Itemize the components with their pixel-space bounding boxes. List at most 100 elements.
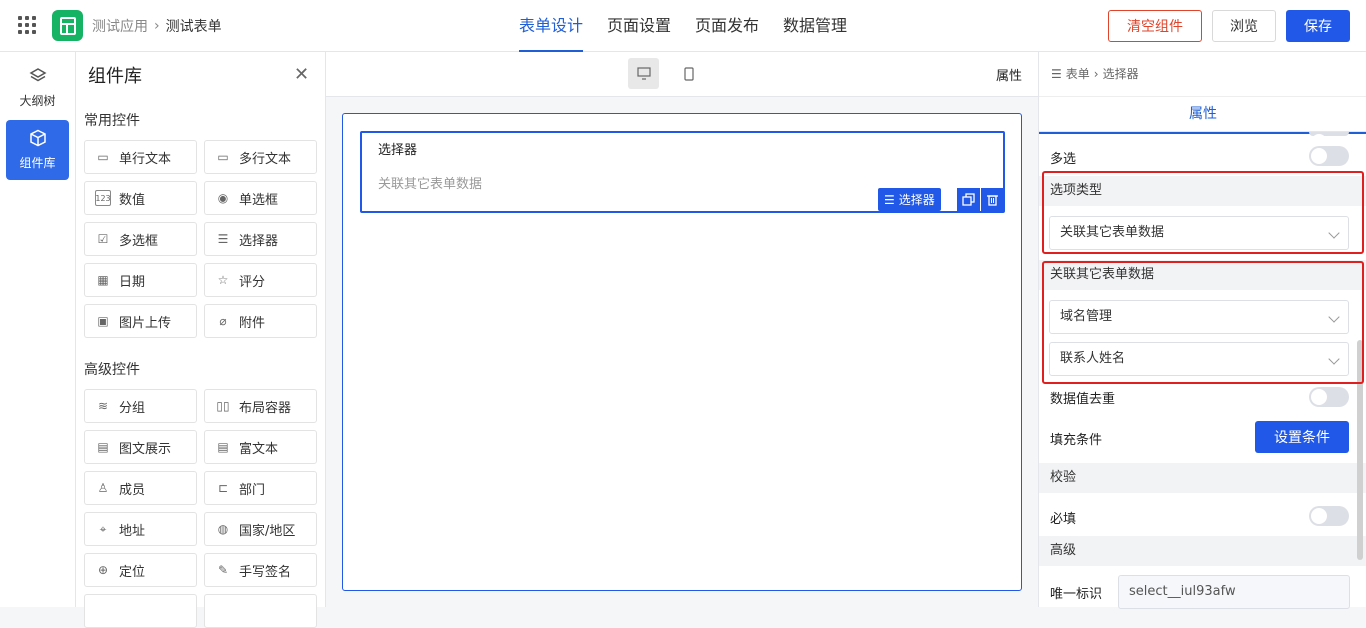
- comp-label: 图文展示: [119, 441, 172, 457]
- tab-page-settings[interactable]: 页面设置: [607, 0, 671, 52]
- tab-data-management[interactable]: 数据管理: [783, 0, 847, 52]
- comp-attachment[interactable]: ⌀ 附件: [204, 304, 317, 338]
- trash-icon[interactable]: [981, 188, 1004, 211]
- list-icon: ☰: [217, 232, 229, 246]
- form-canvas: 选择器 关联其它表单数据 ☰ 选择器: [342, 113, 1022, 591]
- desktop-view-icon[interactable]: [628, 58, 659, 89]
- layers-icon: [28, 67, 47, 88]
- comp-department[interactable]: ⊏ 部门: [204, 471, 317, 505]
- comp-label: 日期: [119, 274, 146, 290]
- comp-label: 富文本: [239, 441, 279, 457]
- textarea-icon: ▭: [217, 150, 229, 164]
- comp-label: 选择器: [239, 233, 279, 249]
- crumb-form: 测试表单: [165, 19, 222, 35]
- calendar-icon: ▦: [97, 273, 109, 287]
- text-input-icon: ▭: [97, 150, 109, 164]
- comp-location[interactable]: ⊕ 定位: [84, 553, 197, 587]
- tab-properties[interactable]: 属性: [1039, 97, 1366, 134]
- rich-text-icon: ▤: [217, 440, 229, 454]
- comp-rating[interactable]: ☆ 评分: [204, 263, 317, 297]
- comp-label: 单选框: [239, 192, 279, 208]
- radio-icon: ◉: [217, 191, 229, 205]
- comp-member[interactable]: ♙ 成员: [84, 471, 197, 505]
- comp-image-upload[interactable]: ▣ 图片上传: [84, 304, 197, 338]
- clear-components-button[interactable]: 清空组件: [1108, 10, 1202, 42]
- comp-checkbox[interactable]: ☑ 多选框: [84, 222, 197, 256]
- chevron-right-icon: ›: [1093, 66, 1099, 81]
- comp-address[interactable]: ⌖ 地址: [84, 512, 197, 546]
- required-toggle[interactable]: [1309, 506, 1349, 526]
- comp-label: 布局容器: [239, 400, 292, 416]
- nav-component-library[interactable]: 组件库: [6, 120, 69, 180]
- list-icon: ☰: [884, 192, 895, 207]
- set-condition-button[interactable]: 设置条件: [1255, 421, 1349, 453]
- comp-label: 国家/地区: [239, 523, 296, 539]
- library-title: 组件库: [88, 66, 142, 87]
- unique-id-label: 唯一标识: [1050, 587, 1103, 602]
- comp-label: 分组: [119, 400, 146, 416]
- comp-number[interactable]: 123 数值: [84, 181, 197, 215]
- props-crumb-root[interactable]: 表单: [1066, 65, 1090, 82]
- comp-label: 多行文本: [239, 151, 292, 167]
- comp-signature[interactable]: ✎ 手写签名: [204, 553, 317, 587]
- comp-partial[interactable]: [84, 594, 197, 628]
- props-tabs: 属性: [1039, 96, 1366, 134]
- canvas-properties-label[interactable]: 属性: [996, 65, 1022, 84]
- multi-select-toggle[interactable]: [1309, 146, 1349, 166]
- comp-label: 部门: [239, 482, 266, 498]
- mobile-view-icon[interactable]: [673, 58, 704, 89]
- comp-selector[interactable]: ☰ 选择器: [204, 222, 317, 256]
- save-button[interactable]: 保存: [1286, 10, 1350, 42]
- comp-image-text[interactable]: ▤ 图文展示: [84, 430, 197, 464]
- cube-icon: [29, 129, 47, 150]
- user-icon: ♙: [97, 481, 109, 495]
- comp-label: 多选框: [119, 233, 159, 249]
- breadcrumb: 测试应用 › 测试表单: [92, 16, 222, 36]
- comp-label: 附件: [239, 315, 266, 331]
- comp-label: 成员: [119, 482, 146, 498]
- comp-single-line-text[interactable]: ▭ 单行文本: [84, 140, 197, 174]
- comp-date[interactable]: ▦ 日期: [84, 263, 197, 297]
- crosshair-icon: ⊕: [97, 563, 109, 577]
- comp-label: 图片上传: [119, 315, 172, 331]
- org-tree-icon: ⊏: [217, 481, 229, 495]
- copy-icon[interactable]: [957, 188, 980, 211]
- comp-radio[interactable]: ◉ 单选框: [204, 181, 317, 215]
- field-tag-label: 选择器: [898, 193, 935, 207]
- canvas-toolbar: 属性: [326, 52, 1038, 97]
- layers-icon: ≋: [97, 399, 109, 413]
- field-label: 选择器: [378, 143, 418, 158]
- tab-page-publish[interactable]: 页面发布: [695, 0, 759, 52]
- nav-outline-label: 大纲树: [19, 94, 56, 108]
- props-breadcrumb: ☰ 表单 › 选择器: [1051, 65, 1139, 82]
- advanced-title: 高级: [1039, 536, 1366, 566]
- validation-title: 校验: [1039, 463, 1366, 493]
- props-crumb-current: 选择器: [1102, 67, 1139, 81]
- apps-grid-icon[interactable]: [18, 16, 36, 34]
- unique-id-field[interactable]: select__iul93afw: [1118, 575, 1350, 609]
- comp-partial[interactable]: [204, 594, 317, 628]
- comp-layout-container[interactable]: ▯▯ 布局容器: [204, 389, 317, 423]
- comp-rich-text[interactable]: ▤ 富文本: [204, 430, 317, 464]
- checkbox-icon: ☑: [97, 232, 109, 246]
- component-library-panel: 组件库 ✕ 常用控件 ▭ 单行文本 ▭ 多行文本 123 数值 ◉ 单选框 ☑ 多选框 ☰…: [76, 52, 326, 628]
- selector-field[interactable]: 选择器 关联其它表单数据 ☰ 选择器: [360, 131, 1005, 213]
- preview-button[interactable]: 浏览: [1212, 10, 1276, 42]
- comp-group[interactable]: ≋ 分组: [84, 389, 197, 423]
- highlight-linked-form: [1042, 261, 1364, 384]
- dedupe-toggle[interactable]: [1309, 387, 1349, 407]
- comp-multi-line-text[interactable]: ▭ 多行文本: [204, 140, 317, 174]
- comp-country-region[interactable]: ◍ 国家/地区: [204, 512, 317, 546]
- close-icon[interactable]: ✕: [294, 64, 309, 85]
- advanced-controls-title: 高级控件: [84, 362, 140, 378]
- app-logo-icon: [52, 10, 83, 41]
- required-label: 必填: [1050, 512, 1077, 527]
- tab-form-design[interactable]: 表单设计: [519, 0, 584, 52]
- toggle-partial: [1309, 132, 1349, 150]
- nav-outline[interactable]: 大纲树: [6, 58, 69, 118]
- comp-label: 数值: [119, 192, 146, 208]
- crumb-app[interactable]: 测试应用: [92, 16, 148, 36]
- common-controls-title: 常用控件: [84, 113, 140, 129]
- comp-label: 手写签名: [239, 564, 292, 580]
- field-placeholder: 关联其它表单数据: [378, 177, 483, 192]
